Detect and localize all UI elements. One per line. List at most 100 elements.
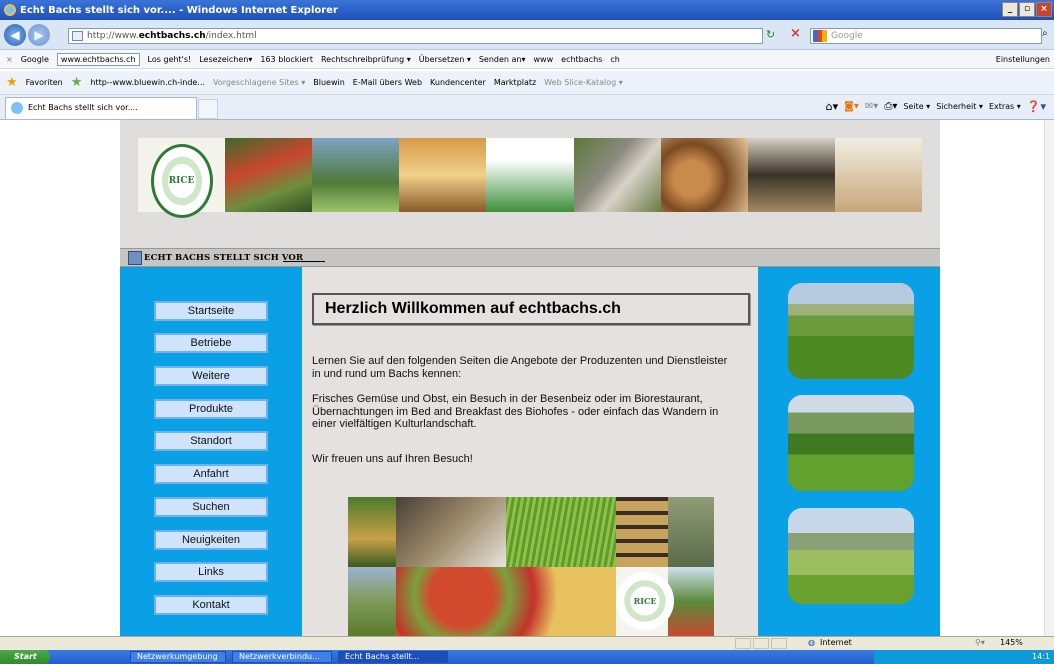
collage-photo-apples <box>396 567 616 636</box>
toolbar-settings[interactable]: Einstellungen <box>996 55 1054 64</box>
section-title-bar: ECHT BACHS STELLT SICH VOR <box>120 248 940 267</box>
photo-collage: RICE <box>348 497 714 636</box>
vertical-scrollbar[interactable] <box>1044 120 1054 636</box>
mail-icon[interactable]: ✉▾ <box>865 101 878 112</box>
nav-betriebe[interactable]: Betriebe <box>154 333 268 353</box>
welcome-paragraph: Wir freuen uns auf Ihren Besuch! <box>312 453 473 465</box>
banner-photo-apples <box>225 138 313 212</box>
header-banner: RICE <box>138 138 922 218</box>
section-underline <box>283 261 325 262</box>
nav-kontakt[interactable]: Kontakt <box>154 595 268 615</box>
fav-item-marktplatz[interactable]: Marktplatz <box>494 78 536 87</box>
status-seg-1 <box>735 638 751 649</box>
status-zone: Internet <box>820 638 852 647</box>
collage-photo-vegetables <box>668 497 714 567</box>
toolbar-close-icon[interactable]: × <box>6 55 13 64</box>
google-label: Google <box>20 54 49 64</box>
taskbar: Start Netzwerkumgebung Netzwerkverbindu.… <box>0 650 1054 664</box>
collage-logo-text: RICE <box>633 596 657 606</box>
home-icon[interactable]: ⌂▾ <box>826 100 839 113</box>
task-connections[interactable]: Netzwerkverbindu... <box>232 651 332 663</box>
back-button[interactable]: ◀ <box>4 24 26 46</box>
banner-photo-room <box>834 138 922 212</box>
search-icon[interactable]: ⌕ <box>1042 28 1048 39</box>
offer-paragraph: Frisches Gemüse und Obst, ein Besuch in … <box>312 393 719 430</box>
toolbar-item-ch[interactable]: ch <box>610 55 619 64</box>
section-title: ECHT BACHS STELLT SICH VOR <box>144 253 304 263</box>
banner-photo-restaurant <box>399 138 487 212</box>
site-header: RICE <box>120 120 940 248</box>
banner-photo-dining <box>747 138 835 212</box>
maximize-button[interactable]: ▫ <box>1019 2 1035 17</box>
task-network[interactable]: Netzwerkumgebung <box>130 651 226 663</box>
nav-links[interactable]: Links <box>154 562 268 582</box>
forward-button[interactable]: ▶ <box>28 24 50 46</box>
toolbar-item-send[interactable]: Senden an▾ <box>479 55 526 64</box>
banner-logo-tile: RICE <box>138 138 226 218</box>
address-input[interactable]: http://www.echtbachs.ch/index.html <box>68 28 763 44</box>
tab-echtbachs[interactable]: Echt Bachs stellt sich vor.... <box>5 97 197 119</box>
favorites-button[interactable]: Favoriten <box>26 78 63 87</box>
window-controls: _ ▫ × <box>1002 2 1052 17</box>
zoom-level[interactable]: 145% <box>1000 638 1023 647</box>
stop-icon[interactable]: × <box>790 26 801 41</box>
favorites-bar: ★ Favoriten ★ http--www.bluewin.ch-inde.… <box>0 71 1054 95</box>
nav-neuigkeiten[interactable]: Neuigkeiten <box>154 530 268 550</box>
toolbar-item-blocked[interactable]: 163 blockiert <box>260 55 313 64</box>
search-input[interactable]: Google <box>810 28 1042 44</box>
command-bar: ⌂▾ ◙▾ ✉▾ ⎙▾ Seite ▾ Sicherheit ▾ Extras … <box>826 100 1046 113</box>
status-seg-3 <box>771 638 787 649</box>
nav-produkte[interactable]: Produkte <box>154 399 268 419</box>
toolbar-item-bookmarks[interactable]: Lesezeichen▾ <box>199 55 252 64</box>
fav-item-bluewin-link[interactable]: http--www.bluewin.ch-inde... <box>90 78 205 87</box>
add-favorite-icon[interactable]: ★ <box>71 75 83 90</box>
window-titlebar: Echt Bachs stellt sich vor.... - Windows… <box>0 0 1054 20</box>
google-query-input[interactable]: www.echtbachs.ch <box>56 52 140 66</box>
fav-item-webslice[interactable]: Web Slice-Katalog ▾ <box>544 78 623 87</box>
toolbar-item-www[interactable]: www <box>534 55 554 64</box>
clock: 14:1 <box>1032 652 1050 661</box>
minimize-button[interactable]: _ <box>1002 2 1018 17</box>
collage-photo-cow <box>396 497 506 567</box>
banner-photo-bread <box>660 138 748 212</box>
toolbar-item-spellcheck[interactable]: Rechtschreibprüfung ▾ <box>321 55 411 64</box>
fav-item-bluewin[interactable]: Bluewin <box>313 78 345 87</box>
left-nav-column: Startseite Betriebe Weitere Produkte Sta… <box>120 267 302 636</box>
tab-title: Echt Bachs stellt sich vor.... <box>28 103 138 112</box>
fav-item-email[interactable]: E-Mail übers Web <box>353 78 422 87</box>
new-tab-button[interactable] <box>198 99 218 119</box>
cmd-security[interactable]: Sicherheit ▾ <box>936 102 983 111</box>
landscape-photo-3 <box>788 508 914 604</box>
main-content: Herzlich Willkommen auf echtbachs.ch Ler… <box>302 267 758 636</box>
start-button[interactable]: Start <box>0 650 50 664</box>
nav-standort[interactable]: Standort <box>154 431 268 451</box>
toolbar-item-translate[interactable]: Übersetzen ▾ <box>419 55 471 64</box>
cmd-page[interactable]: Seite ▾ <box>903 102 930 111</box>
close-button[interactable]: × <box>1036 2 1052 17</box>
collage-photo-market <box>668 567 714 636</box>
print-icon[interactable]: ⎙▾ <box>884 101 897 112</box>
nav-weitere[interactable]: Weitere <box>154 366 268 386</box>
cmd-tools[interactable]: Extras ▾ <box>989 102 1021 111</box>
help-icon[interactable]: ❓▾ <box>1027 100 1046 113</box>
page-icon <box>72 31 83 41</box>
refresh-icon[interactable]: ↻ <box>766 28 775 41</box>
fav-item-kundencenter[interactable]: Kundencenter <box>430 78 486 87</box>
welcome-heading: Herzlich Willkommen auf echtbachs.ch <box>312 293 750 325</box>
search-placeholder: Google <box>831 31 863 41</box>
url-domain: echtbachs.ch <box>138 31 206 41</box>
fav-item-suggested[interactable]: Vorgeschlagene Sites ▾ <box>213 78 305 87</box>
internet-zone-icon: ◍ <box>808 638 815 647</box>
url-prefix: http://www. <box>87 31 139 41</box>
website: RICE ECHT BACHS STELLT SICH VOR Startsei… <box>120 120 940 636</box>
window-title: Echt Bachs stellt sich vor.... - Windows… <box>20 4 338 16</box>
collage-photo-landscape <box>348 567 396 636</box>
feeds-icon[interactable]: ◙▾ <box>844 101 859 112</box>
nav-startseite[interactable]: Startseite <box>154 301 268 321</box>
toolbar-item-echtbachs[interactable]: echtbachs <box>561 55 602 64</box>
task-ie[interactable]: Echt Bachs stellt... <box>338 651 448 663</box>
toolbar-item-go[interactable]: Los geht's! <box>148 55 192 64</box>
nav-suchen[interactable]: Suchen <box>154 497 268 517</box>
nav-anfahrt[interactable]: Anfahrt <box>154 464 268 484</box>
protected-mode-icon[interactable]: ⚲▾ <box>975 638 985 647</box>
